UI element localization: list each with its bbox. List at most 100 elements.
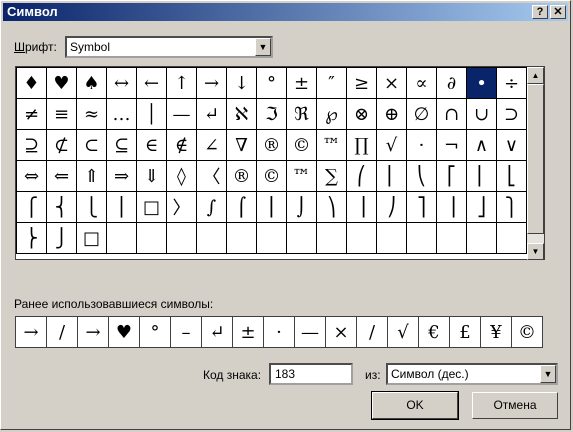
recent-symbol-cell[interactable]: √ [387, 316, 419, 348]
symbol-cell[interactable]: ≡ [46, 98, 77, 130]
symbol-cell[interactable]: • [466, 67, 497, 99]
symbol-cell[interactable]: ∅ [406, 98, 437, 130]
symbol-cell[interactable]: ℘ [316, 98, 347, 130]
symbol-cell[interactable] [106, 222, 137, 254]
recent-symbol-cell[interactable]: · [263, 316, 295, 348]
cancel-button[interactable]: Отмена [472, 392, 558, 419]
symbol-cell[interactable]: ∈ [136, 129, 167, 161]
symbol-cell[interactable]: ⎜ [376, 160, 407, 192]
symbol-cell[interactable]: ⎞ [316, 191, 347, 223]
symbol-cell[interactable]: ∨ [496, 129, 527, 161]
symbol-cell[interactable] [376, 222, 407, 254]
symbol-cell[interactable]: ⇑ [76, 160, 107, 192]
symbol-cell[interactable]: ″ [316, 67, 347, 99]
symbol-cell[interactable]: ↓ [226, 67, 257, 99]
symbol-cell[interactable]: │ [136, 98, 167, 130]
symbol-cell[interactable]: ⎮ [256, 191, 287, 223]
symbol-cell[interactable] [496, 222, 527, 254]
symbol-cell[interactable]: ← [136, 67, 167, 99]
symbol-cell[interactable]: ™ [286, 160, 317, 192]
symbol-cell[interactable]: ⇐ [46, 160, 77, 192]
symbol-cell[interactable]: ∇ [226, 129, 257, 161]
recent-symbol-cell[interactable]: ¥ [480, 316, 512, 348]
symbol-cell[interactable]: ⎬ [16, 222, 47, 254]
symbol-cell[interactable]: ® [256, 129, 287, 161]
symbol-cell[interactable]: × [376, 67, 407, 99]
symbol-cell[interactable]: ⇓ [136, 160, 167, 192]
symbol-cell[interactable] [316, 222, 347, 254]
symbol-cell[interactable]: ⊕ [376, 98, 407, 130]
symbol-cell[interactable]: ⎡ [436, 160, 467, 192]
recent-symbol-cell[interactable]: £ [449, 316, 481, 348]
symbol-cell[interactable]: ¬ [436, 129, 467, 161]
symbol-cell[interactable]: ™ [316, 129, 347, 161]
symbol-cell[interactable]: ® [226, 160, 257, 192]
symbol-cell[interactable]: ↔ [106, 67, 137, 99]
symbol-cell[interactable]: ⎧ [16, 191, 47, 223]
code-input[interactable]: 183 [269, 363, 353, 385]
symbol-cell[interactable]: — [166, 98, 197, 130]
chevron-down-icon[interactable]: ▼ [540, 365, 556, 383]
help-button[interactable]: ? [532, 5, 548, 19]
symbol-cell[interactable]: · [406, 129, 437, 161]
symbol-cell[interactable]: ⎠ [376, 191, 407, 223]
symbol-cell[interactable]: ∧ [466, 129, 497, 161]
symbol-cell[interactable] [346, 222, 377, 254]
symbol-cell[interactable] [226, 222, 257, 254]
symbol-cell[interactable]: ℑ [256, 98, 287, 130]
scroll-down-icon[interactable]: ▼ [527, 243, 544, 260]
symbol-cell[interactable]: ⇔ [16, 160, 47, 192]
symbol-cell[interactable]: © [286, 129, 317, 161]
symbol-cell[interactable]: ⎨ [46, 191, 77, 223]
recent-symbol-cell[interactable]: ° [139, 316, 171, 348]
symbol-cell[interactable]: □ [136, 191, 167, 223]
symbol-cell[interactable]: ∏ [346, 129, 377, 161]
symbol-cell[interactable]: □ [76, 222, 107, 254]
symbol-cell[interactable]: ◊ [166, 160, 197, 192]
symbol-cell[interactable]: ⊇ [16, 129, 47, 161]
symbol-cell[interactable]: → [196, 67, 227, 99]
symbol-cell[interactable]: ⊂ [76, 129, 107, 161]
recent-symbol-cell[interactable]: / [46, 316, 78, 348]
recent-symbol-cell[interactable]: – [170, 316, 202, 348]
symbol-cell[interactable]: ⎪ [106, 191, 137, 223]
symbol-cell[interactable]: ± [286, 67, 317, 99]
symbol-cell[interactable] [196, 222, 227, 254]
grid-scrollbar[interactable]: ▲ ▼ [527, 67, 544, 260]
recent-symbol-cell[interactable]: — [294, 316, 326, 348]
recent-symbol-cell[interactable]: / [356, 316, 388, 348]
symbol-cell[interactable]: ⌡ [286, 191, 317, 223]
symbol-cell[interactable]: ⎛ [346, 160, 377, 192]
symbol-cell[interactable]: ÷ [496, 67, 527, 99]
recent-symbol-cell[interactable]: × [325, 316, 357, 348]
symbol-cell[interactable]: ⎦ [466, 191, 497, 223]
symbol-cell[interactable]: ⎣ [496, 160, 527, 192]
symbol-cell[interactable]: ⎝ [406, 160, 437, 192]
symbol-cell[interactable]: © [256, 160, 287, 192]
symbol-cell[interactable] [166, 222, 197, 254]
symbol-cell[interactable]: ∂ [436, 67, 467, 99]
symbol-cell[interactable]: ⌠ [226, 191, 257, 223]
symbol-cell[interactable]: √ [376, 129, 407, 161]
from-select[interactable]: Символ (дес.) ▼ [386, 363, 558, 385]
font-select[interactable]: Symbol ▼ [65, 36, 273, 58]
symbol-cell[interactable]: ≈ [76, 98, 107, 130]
symbol-cell[interactable] [436, 222, 467, 254]
symbol-cell[interactable]: ∩ [436, 98, 467, 130]
scroll-thumb[interactable] [527, 84, 544, 234]
symbol-cell[interactable]: ℵ [226, 98, 257, 130]
recent-symbol-cell[interactable]: ± [232, 316, 264, 348]
symbol-cell[interactable]: ⊄ [46, 129, 77, 161]
symbol-cell[interactable]: ⎤ [406, 191, 437, 223]
symbol-cell[interactable]: ∉ [166, 129, 197, 161]
symbol-cell[interactable]: ↵ [196, 98, 227, 130]
recent-symbol-cell[interactable]: → [15, 316, 47, 348]
symbol-cell[interactable]: ∫ [196, 191, 227, 223]
symbol-cell[interactable] [466, 222, 497, 254]
symbol-cell[interactable] [406, 222, 437, 254]
symbol-cell[interactable]: ⎟ [346, 191, 377, 223]
symbol-cell[interactable] [256, 222, 287, 254]
symbol-cell[interactable]: ⎫ [496, 191, 527, 223]
symbol-cell[interactable]: ♦ [16, 67, 47, 99]
symbol-cell[interactable]: ∪ [466, 98, 497, 130]
